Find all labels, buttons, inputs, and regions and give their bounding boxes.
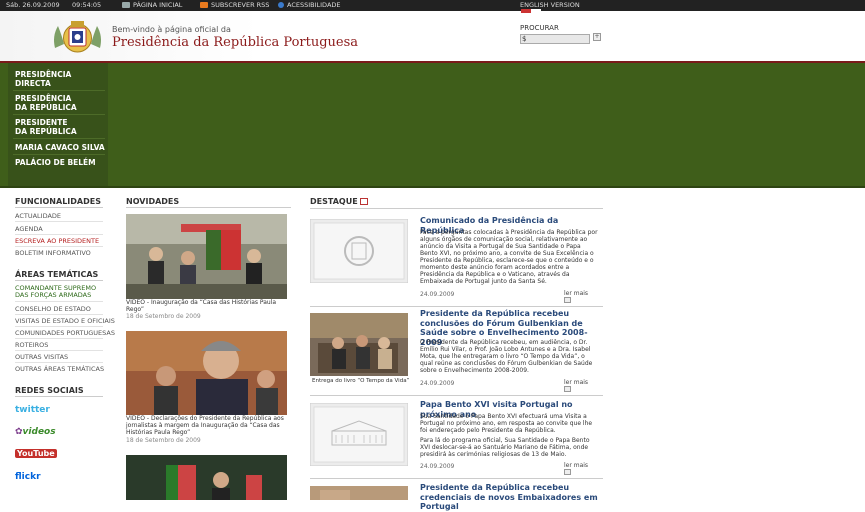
list-divider xyxy=(15,314,103,315)
sidebar-item-conselho[interactable]: CONSELHO DE ESTADO xyxy=(15,305,91,313)
item-divider xyxy=(310,306,603,307)
nav-presidente-republica[interactable]: PRESIDENTE da REPÚBLICA xyxy=(15,118,77,136)
sidebar-item-actualidade[interactable]: ACTUALIDADE xyxy=(15,212,61,220)
list-divider xyxy=(15,246,103,247)
sidebar-item-outras-visitas[interactable]: OUTRAS VISITAS xyxy=(15,353,68,361)
destaque-body-3: Sua Santidade o Papa Bento XVI efectuará… xyxy=(420,413,593,434)
section-divider xyxy=(310,208,603,209)
youtube-logo[interactable]: YouTube xyxy=(15,449,57,459)
destaque-thumb-caption-2: Entrega do livro “O Tempo da Vida” xyxy=(312,378,410,384)
nav-divider xyxy=(13,114,105,115)
novidades-caption-1[interactable]: VÍDEO - Inauguração da “Casa das Históri… xyxy=(126,299,291,313)
home-icon xyxy=(122,2,130,8)
section-divider xyxy=(15,207,103,208)
sidebar-item-agenda[interactable]: AGENDA xyxy=(15,225,43,233)
list-divider xyxy=(15,221,103,222)
videos-logo-icon: ✿ xyxy=(15,427,23,437)
novidades-heading: NOVIDADES xyxy=(126,197,180,206)
videos-logo[interactable]: ✿videos xyxy=(15,427,56,437)
destaque-date-1: 24.09.2009 xyxy=(420,291,455,298)
novidades-photo-3[interactable] xyxy=(126,455,287,500)
sidebar-item-boletim[interactable]: BOLETIM INFORMATIVO xyxy=(15,249,91,257)
welcome-text: Bem-vindo à página oficial da xyxy=(112,25,231,34)
nav-divider xyxy=(13,90,105,91)
twitter-logo[interactable]: twitter xyxy=(15,405,50,415)
home-link[interactable]: PÁGINA INICIAL xyxy=(122,0,182,11)
read-more-plus-icon[interactable] xyxy=(564,297,571,303)
flickr-logo[interactable]: flickr xyxy=(15,472,41,482)
list-divider xyxy=(15,326,103,327)
nav-maria-cavaco-silva[interactable]: MARIA CAVACO SILVA xyxy=(15,143,105,152)
nav-presidencia-directa[interactable]: PRESIDÊNCIA DIRECTA xyxy=(15,70,71,88)
list-divider xyxy=(15,362,103,363)
sidebar-item-outras-areas[interactable]: OUTRAS ÁREAS TEMÁTICAS xyxy=(15,365,104,373)
destaque-body-3b: Para lá do programa oficial, Sua Santida… xyxy=(420,437,590,458)
destaque-thumb-3[interactable] xyxy=(310,403,408,466)
search-button[interactable]: + xyxy=(593,33,601,41)
section-divider xyxy=(15,280,103,281)
novidades-caption-2[interactable]: VÍDEO - Declarações do Presidente da Rep… xyxy=(126,415,291,436)
read-more-link[interactable]: ler mais xyxy=(564,462,588,469)
destaque-arrow-icon[interactable] xyxy=(360,198,369,205)
destaque-date-2: 24.09.2009 xyxy=(420,380,455,387)
time-label: 09:54:05 xyxy=(72,1,102,9)
nav-divider xyxy=(13,138,105,139)
item-divider xyxy=(310,478,603,479)
sidebar-item-comandante[interactable]: COMANDANTE SUPREMO DAS FORÇAS ARMADAS xyxy=(15,285,96,299)
destaque-body-1: Face a perguntas colocadas à Presidência… xyxy=(420,229,598,285)
read-more-plus-icon[interactable] xyxy=(564,469,571,475)
list-divider xyxy=(15,338,103,339)
header: Bem-vindo à página oficial da Presidênci… xyxy=(0,9,865,61)
read-more-plus-icon[interactable] xyxy=(564,386,571,392)
read-more-link[interactable]: ler mais xyxy=(564,379,588,386)
list-divider xyxy=(15,234,103,235)
uk-flag-icon[interactable] xyxy=(521,9,541,13)
sidebar-item-escreva[interactable]: ESCREVA AO PRESIDENTE xyxy=(15,237,99,245)
redes-sociais-heading: REDES SOCIAIS xyxy=(15,386,84,395)
search-input[interactable]: $ xyxy=(520,34,590,44)
hero-divider xyxy=(0,186,865,188)
novidades-date-1: 18 de Setembro de 2009 xyxy=(126,313,201,320)
search-label: PROCURAR xyxy=(520,24,559,32)
destaque-heading: DESTAQUE xyxy=(310,197,369,206)
date-label: Sáb. 26.09.2009 xyxy=(6,1,60,9)
nav-palacio-belem[interactable]: PALÁCIO de BELÉM xyxy=(15,158,96,167)
hero-band xyxy=(0,63,865,186)
areas-heading: ÁREAS TEMÁTICAS xyxy=(15,270,99,279)
destaque-title-4[interactable]: Presidente da República recebeu credenci… xyxy=(420,483,598,512)
rss-icon xyxy=(200,2,208,8)
list-divider xyxy=(15,350,103,351)
novidades-photo-2[interactable] xyxy=(126,331,287,415)
novidades-photo-1[interactable] xyxy=(126,214,287,299)
top-bar: Sáb. 26.09.2009 09:54:05 PÁGINA INICIAL … xyxy=(0,0,865,11)
destaque-thumb-2[interactable] xyxy=(310,313,408,376)
nav-presidencia-republica[interactable]: PRESIDÊNCIA da REPÚBLICA xyxy=(15,94,77,112)
accessibility-icon xyxy=(278,2,284,8)
sidebar-item-visitas-estado[interactable]: VISITAS DE ESTADO E OFICIAIS xyxy=(15,317,115,325)
section-divider xyxy=(15,396,103,397)
rss-link[interactable]: SUBSCREVER RSS xyxy=(200,0,269,11)
site-title[interactable]: Presidência da República Portuguesa xyxy=(112,35,358,50)
accessibility-link[interactable]: ACESSIBILIDADE xyxy=(278,0,341,11)
destaque-thumb-4[interactable] xyxy=(310,486,408,500)
destaque-date-3: 24.09.2009 xyxy=(420,463,455,470)
item-divider xyxy=(310,395,603,396)
main-nav: PRESIDÊNCIA DIRECTA PRESIDÊNCIA da REPÚB… xyxy=(8,63,108,186)
section-divider xyxy=(126,207,291,208)
sidebar-item-comunidades[interactable]: COMUNIDADES PORTUGUESAS xyxy=(15,329,115,337)
novidades-date-2: 18 de Setembro de 2009 xyxy=(126,437,201,444)
coat-of-arms-logo[interactable] xyxy=(50,18,105,54)
destaque-thumb-1[interactable] xyxy=(310,219,408,283)
sidebar-item-roteiros[interactable]: ROTEIROS xyxy=(15,341,48,349)
funcionalidades-heading: FUNCIONALIDADES xyxy=(15,197,101,206)
read-more-link[interactable]: ler mais xyxy=(564,290,588,297)
nav-divider xyxy=(13,154,105,155)
destaque-body-2: O Presidente da República recebeu, em au… xyxy=(420,339,593,374)
list-divider xyxy=(15,301,103,302)
